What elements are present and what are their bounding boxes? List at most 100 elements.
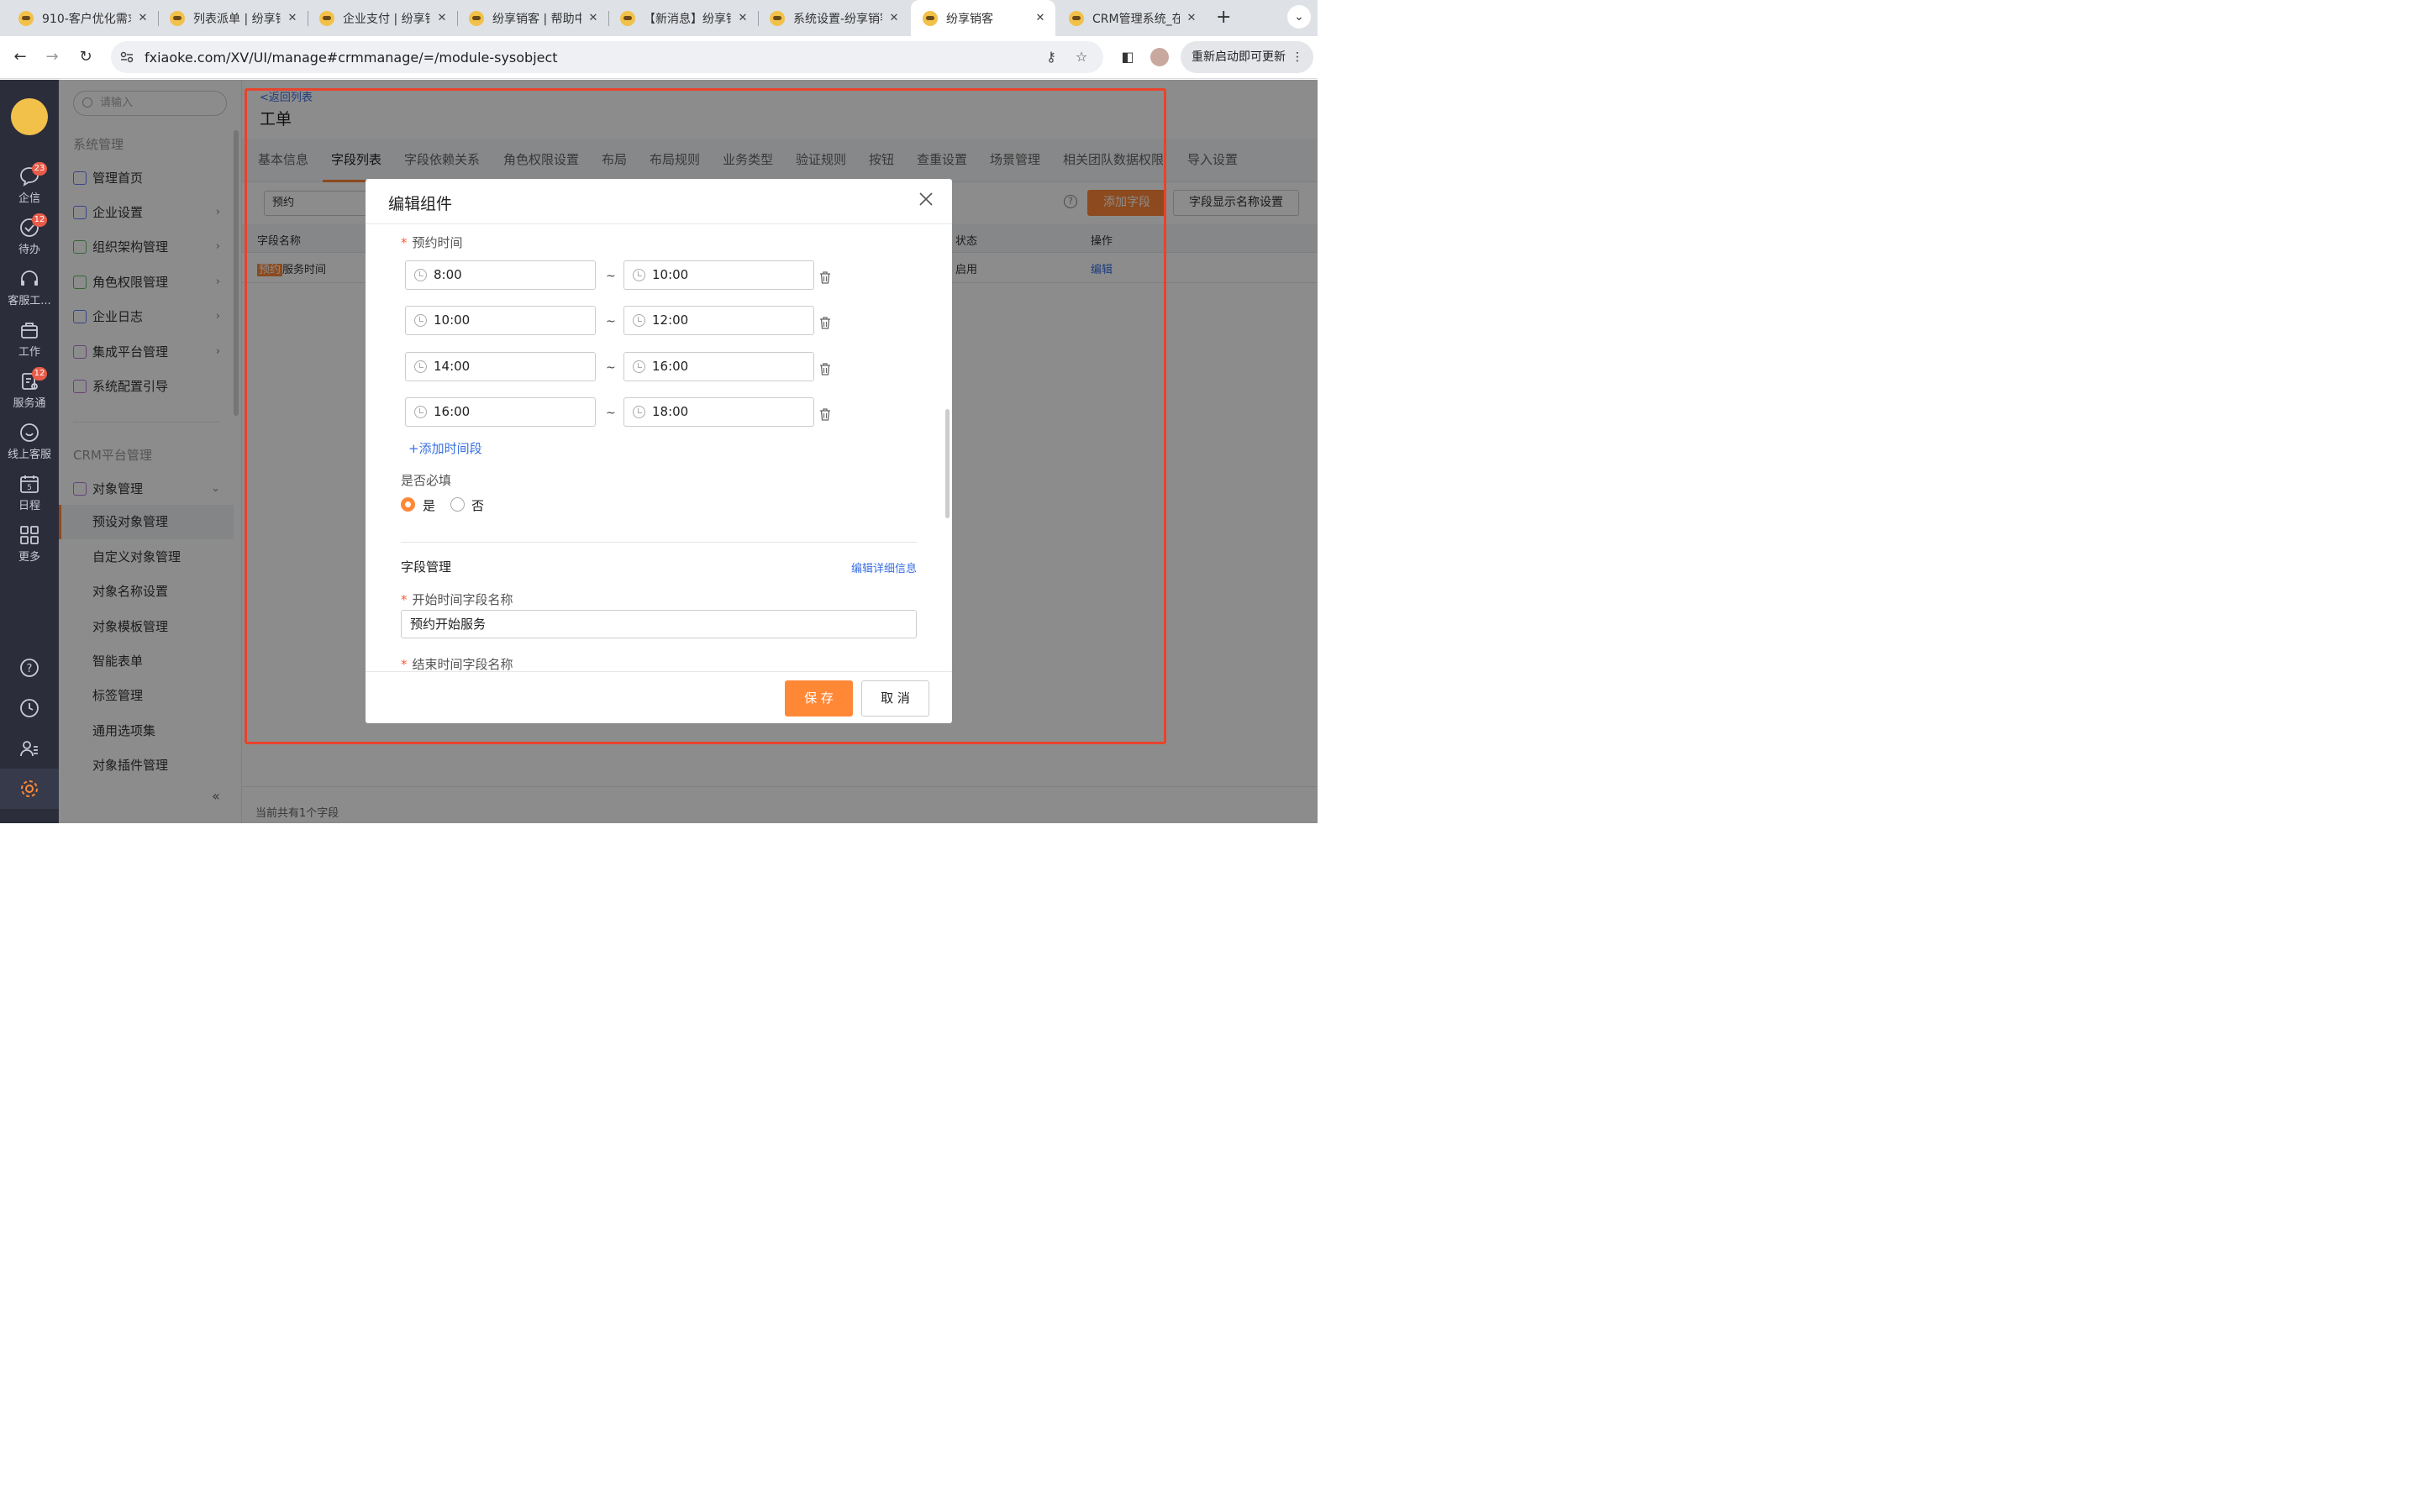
range-separator: ~ — [606, 270, 616, 283]
radio-required-no[interactable] — [450, 497, 465, 512]
slot-start-time-input[interactable]: 10:00 — [405, 306, 596, 335]
back-arrow-icon[interactable]: ← — [9, 46, 31, 68]
slot-end-time-input[interactable]: 16:00 — [623, 352, 814, 381]
address-bar[interactable]: fxiaoke.com/XV/UI/manage#crmmanage/=/mod… — [111, 41, 1103, 73]
dialog-header: 编辑组件 — [366, 179, 952, 224]
app-favicon-icon — [620, 10, 635, 26]
browser-tab[interactable]: 列表派单 | 纷享销客✕ — [158, 0, 308, 36]
clock-icon — [633, 360, 645, 373]
close-icon[interactable] — [918, 191, 934, 207]
browser-tab[interactable]: CRM管理系统_在线✕ — [1057, 0, 1207, 36]
close-tab-icon[interactable]: ✕ — [136, 12, 150, 24]
close-tab-icon[interactable]: ✕ — [1185, 12, 1198, 24]
history-button[interactable] — [0, 688, 59, 728]
range-separator: ~ — [606, 361, 616, 375]
profile-avatar[interactable] — [1150, 48, 1169, 66]
url-text: fxiaoke.com/XV/UI/manage#crmmanage/=/mod… — [145, 50, 558, 66]
clock-icon — [633, 406, 645, 418]
start-field-name-input[interactable]: 预约开始服务 — [401, 610, 917, 638]
browser-tab-bar: 910-客户优化需求✕ 列表派单 | 纷享销客✕ 企业支付 | 纷享销客✕ 纷享… — [0, 0, 1318, 36]
close-tab-icon[interactable]: ✕ — [887, 12, 901, 24]
clock-icon — [414, 314, 427, 327]
dialog-footer: 保 存 取 消 — [366, 671, 952, 723]
nav-item-qixin[interactable]: 企信 23 — [0, 162, 59, 205]
required-asterisk: * — [401, 657, 408, 671]
grid-apps-icon — [20, 526, 39, 544]
calendar-icon: 5 — [20, 475, 39, 493]
end-field-name-label: * 结束时间字段名称 — [401, 657, 513, 671]
close-tab-icon[interactable]: ✕ — [286, 12, 299, 24]
clock-icon — [20, 699, 39, 717]
key-icon[interactable]: ⚷ — [1043, 49, 1060, 66]
browser-tab[interactable]: 纷享销客 | 帮助中心✕ — [457, 0, 608, 36]
slot-end-time-input[interactable]: 18:00 — [623, 397, 814, 427]
save-button[interactable]: 保 存 — [785, 680, 853, 717]
required-asterisk: * — [401, 592, 408, 607]
trash-icon[interactable] — [819, 408, 831, 421]
headset-icon — [21, 270, 38, 286]
slot-start-time-input[interactable]: 8:00 — [405, 260, 596, 290]
close-tab-icon[interactable]: ✕ — [736, 12, 750, 24]
clock-icon — [414, 406, 427, 418]
reload-icon[interactable]: ↻ — [75, 46, 97, 68]
radio-required-yes[interactable] — [401, 497, 415, 512]
nav-item-service[interactable]: 服务通 12 — [0, 367, 59, 410]
slot-start-time-input[interactable]: 14:00 — [405, 352, 596, 381]
browser-toolbar: ← → ↻ fxiaoke.com/XV/UI/manage#crmmanage… — [0, 36, 1318, 79]
unread-badge: 23 — [32, 162, 47, 176]
range-separator: ~ — [606, 407, 616, 420]
settings-button[interactable] — [0, 769, 59, 809]
browser-tab[interactable]: 【新消息】纷享销客✕ — [608, 0, 758, 36]
tab-search-chevron-icon[interactable]: ⌄ — [1287, 5, 1311, 29]
add-time-slot-link[interactable]: +添加时间段 — [408, 439, 482, 457]
app-favicon-icon — [1069, 10, 1084, 26]
trash-icon[interactable] — [819, 271, 831, 284]
edit-component-dialog: 编辑组件 * 预约时间 8:00 ~ 10:00 10:00 ~ 12:00 14… — [366, 179, 952, 723]
forward-arrow-icon[interactable]: → — [41, 46, 63, 68]
app-left-nav: 企信 23 待办 12 客服工... 工作 服务通 12 线上客服 5 日程 更… — [0, 80, 59, 823]
nav-item-work[interactable]: 工作 — [0, 319, 59, 359]
contacts-button[interactable] — [0, 728, 59, 769]
slot-start-time-input[interactable]: 16:00 — [405, 397, 596, 427]
browser-tab[interactable]: 910-客户优化需求 ✕ — [7, 0, 158, 36]
nav-item-more[interactable]: 更多 — [0, 524, 59, 564]
more-vert-icon[interactable]: ⋮ — [1292, 41, 1303, 73]
user-list-icon — [20, 741, 38, 757]
help-button[interactable]: ? — [0, 648, 59, 688]
service-badge: 12 — [32, 367, 47, 381]
app-favicon-icon — [770, 10, 785, 26]
dialog-body: * 预约时间 8:00 ~ 10:00 10:00 ~ 12:00 14:00 ~… — [366, 224, 952, 671]
clock-icon — [633, 269, 645, 281]
browser-tab-active[interactable]: 纷享销客 ✕ — [911, 0, 1055, 36]
nav-item-todo[interactable]: 待办 12 — [0, 213, 59, 256]
cancel-button[interactable]: 取 消 — [861, 680, 929, 717]
edit-details-link[interactable]: 编辑详细信息 — [851, 559, 917, 575]
nav-item-calendar[interactable]: 5 日程 — [0, 473, 59, 512]
side-panel-icon[interactable]: ◧ — [1117, 46, 1139, 68]
browser-tab[interactable]: 系统设置-纷享销客 ✕ — [758, 0, 909, 36]
dialog-title: 编辑组件 — [388, 195, 453, 213]
clock-icon — [633, 314, 645, 327]
star-bookmark-icon[interactable]: ☆ — [1073, 49, 1090, 66]
new-tab-button[interactable]: + — [1216, 7, 1231, 28]
close-tab-icon[interactable]: ✕ — [435, 12, 449, 24]
slot-end-time-input[interactable]: 10:00 — [623, 260, 814, 290]
nav-item-customer-service[interactable]: 客服工... — [0, 268, 59, 307]
app-favicon-icon — [319, 10, 334, 26]
svg-text:?: ? — [27, 663, 33, 675]
close-tab-icon[interactable]: ✕ — [587, 12, 600, 24]
update-button[interactable]: 重新启动即可更新 ⋮ — [1181, 41, 1313, 73]
dialog-scrollbar[interactable] — [945, 409, 950, 518]
app-favicon-icon — [170, 10, 185, 26]
range-separator: ~ — [606, 315, 616, 328]
user-avatar[interactable] — [11, 98, 48, 135]
site-settings-icon[interactable] — [119, 50, 134, 65]
browser-tab[interactable]: 企业支付 | 纷享销客✕ — [308, 0, 457, 36]
slot-end-time-input[interactable]: 12:00 — [623, 306, 814, 335]
trash-icon[interactable] — [819, 317, 831, 329]
nav-item-online-service[interactable]: 线上客服 — [0, 422, 59, 461]
close-tab-icon[interactable]: ✕ — [1034, 12, 1047, 24]
required-asterisk: * — [401, 235, 408, 250]
briefcase-icon — [21, 323, 38, 339]
trash-icon[interactable] — [819, 363, 831, 375]
